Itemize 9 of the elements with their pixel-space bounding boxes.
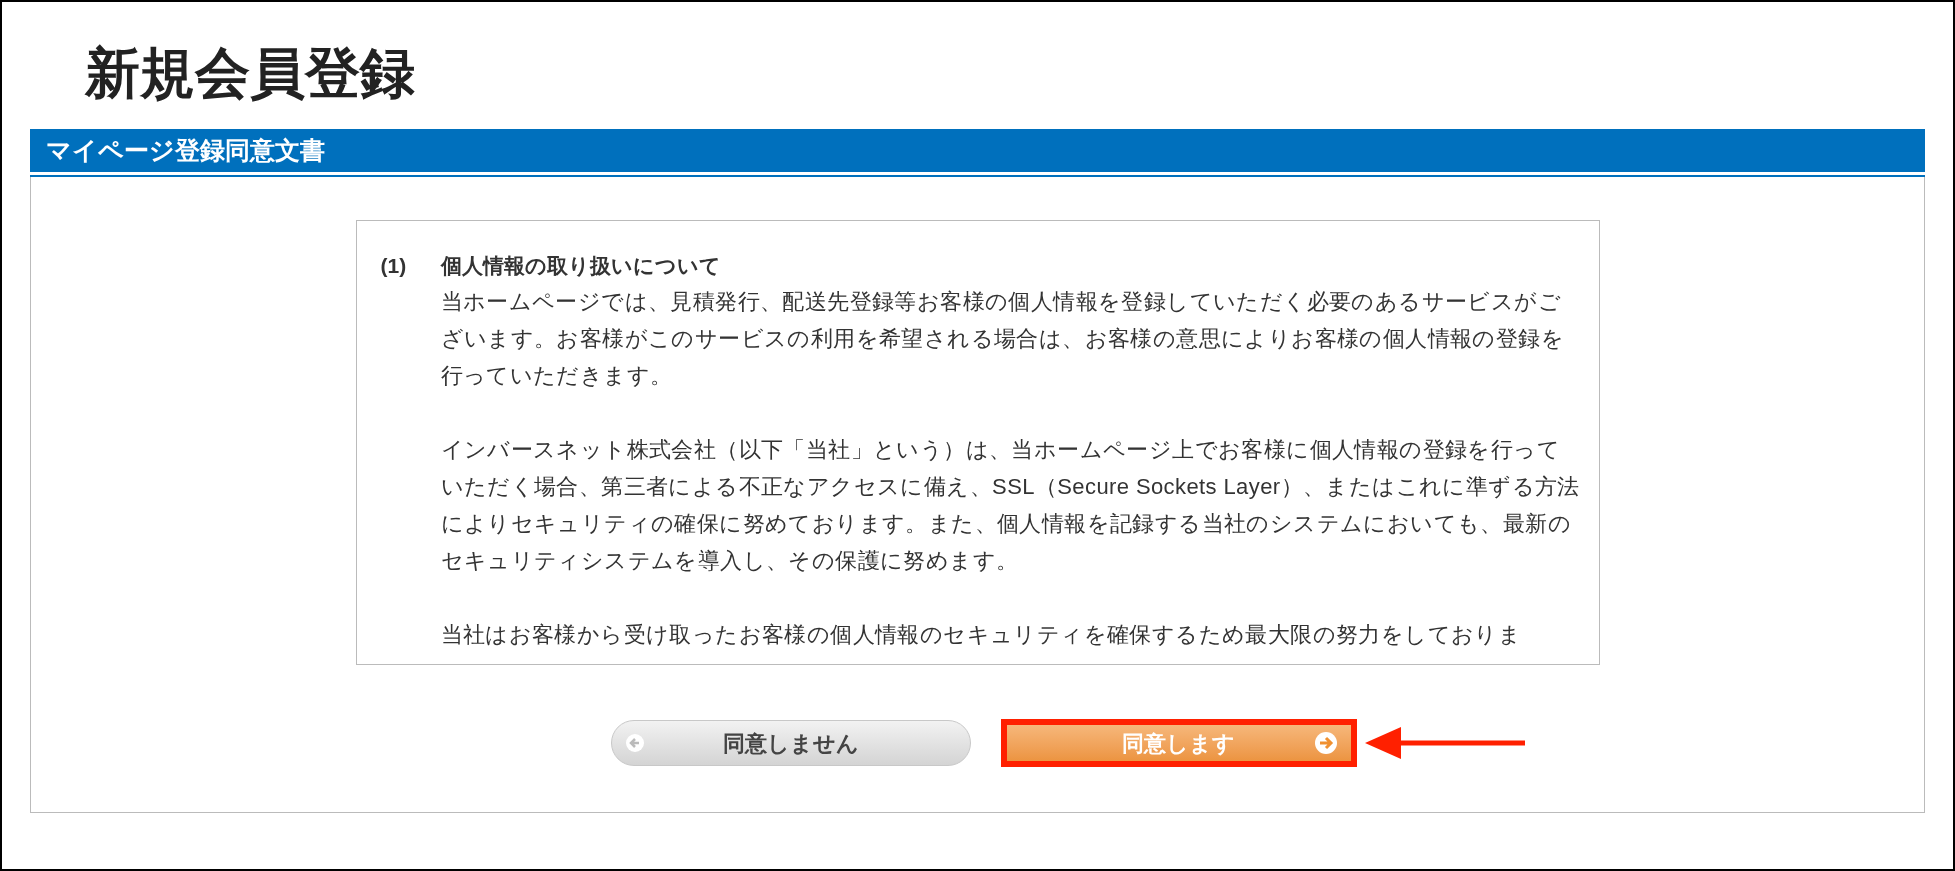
- agreement-paragraph: 当社はお客様から受け取ったお客様の個人情報のセキュリティを確保するため最大限の努力をしておりま: [440, 621, 1523, 649]
- pointer-arrow-icon: [1364, 725, 1525, 761]
- agreement-paragraph: インバースネット株式会社（以下「当社」という）は、当ホームページ上でお客様に個人情報の登録を行っていただく場合、第三者による不正なアクセスに備え、SSL（Secure Sockets Layer）、またはこれに準ずる方法によりセキュリティの確保に努めております。また、個人情報を記録する当社のシステムにおいても、最新のセキュリティシステムを導入し、その保護に努めます。: [440, 436, 1581, 575]
- decline-button[interactable]: 同意しません: [610, 720, 971, 766]
- section-header: マイページ登録同意文書: [30, 129, 1925, 172]
- agreement-paragraph: 当ホームページでは、見積発行、配送先登録等お客様の個人情報を登録していただく必要のあるサービスがございます。お客様がこのサービスの利用を希望される場合は、お客様の意思によりお客様の個人情報の登録を行っていただきます。: [440, 288, 1566, 390]
- heading-number: (1): [380, 253, 408, 279]
- agreement-heading: 個人情報の取り扱いについて: [440, 253, 721, 279]
- page-title: 新規会員登録: [85, 42, 416, 106]
